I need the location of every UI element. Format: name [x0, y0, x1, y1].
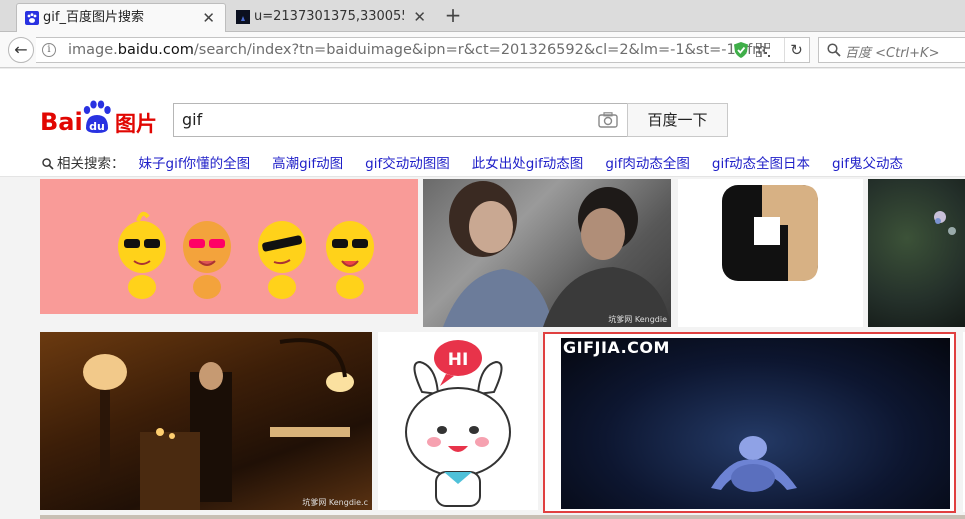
- logo-bai-text: Bai: [40, 108, 83, 136]
- paw-icon: [25, 11, 39, 25]
- tab-title: u=2137301375,330055...: [254, 9, 404, 24]
- related-link[interactable]: gif肉动态全图: [605, 156, 690, 172]
- browser-window: gif_百度图片搜索 ✕ u=2137301375,330055... ✕ + …: [0, 0, 965, 519]
- search-query: gif: [182, 110, 203, 129]
- info-icon[interactable]: i: [42, 43, 56, 57]
- tab-title: gif_百度图片搜索: [43, 10, 144, 25]
- speech-bubble-text: HI: [448, 350, 469, 370]
- search-icon: [42, 158, 54, 170]
- new-tab-button[interactable]: +: [442, 3, 464, 29]
- reload-button[interactable]: ↻: [784, 38, 808, 62]
- url-domain: baidu.com: [117, 42, 194, 58]
- result-image-app-icon[interactable]: [678, 179, 863, 327]
- shield-icon[interactable]: [734, 42, 748, 58]
- related-link[interactable]: 此女出处gif动态图: [472, 156, 584, 172]
- tab-baidu-image-search[interactable]: gif_百度图片搜索 ✕: [16, 3, 226, 32]
- related-link[interactable]: 妹子gif你懂的全图: [139, 156, 251, 172]
- logo-du-text: du: [89, 120, 105, 133]
- url-text[interactable]: image.baidu.com/search/index?tn=baiduima…: [68, 41, 766, 59]
- back-button[interactable]: ←: [8, 37, 34, 63]
- result-image-selected-dancer[interactable]: GIFJIA.COM: [543, 332, 956, 513]
- dancer-figure: [711, 436, 797, 492]
- address-bar[interactable]: i image.baidu.com/search/index?tn=baidui…: [36, 37, 810, 63]
- related-link[interactable]: gif交动动图图: [365, 156, 450, 172]
- magician-room-photo: [83, 338, 354, 510]
- watermark: 坑爹网 Kengdie: [608, 315, 667, 324]
- page-content: Bai du 图片 gif 百度一下 相关搜索： 妹子gif你懂的全图 高潮gi…: [0, 69, 965, 519]
- app-icon-graphic: [722, 185, 818, 281]
- bunny-cartoon-illustration: HI: [405, 340, 511, 507]
- couple-photo: [443, 181, 671, 327]
- camera-icon[interactable]: [598, 112, 618, 128]
- result-image-magician-room[interactable]: 坑爹网 Kengdie.c: [40, 332, 372, 510]
- baidu-image-logo[interactable]: Bai du 图片: [40, 100, 160, 138]
- browser-search-box[interactable]: 百度 <Ctrl+K>: [818, 37, 965, 63]
- url-path: /search/index?tn=baiduimage&ipn=r&ct=201…: [193, 42, 767, 58]
- search-icon: [827, 43, 841, 57]
- close-tab-icon[interactable]: ✕: [202, 4, 215, 32]
- qr-code-icon[interactable]: [756, 43, 770, 57]
- browser-search-placeholder: 百度 <Ctrl+K>: [845, 46, 940, 61]
- next-row-preview: [40, 515, 965, 519]
- search-header: Bai du 图片 gif 百度一下 相关搜索： 妹子gif你懂的全图 高潮gi…: [0, 69, 965, 177]
- url-prefix: image.: [68, 42, 118, 58]
- dark-scene-photo: [934, 211, 956, 235]
- search-button[interactable]: 百度一下: [627, 103, 728, 137]
- related-link[interactable]: gif动态全图日本: [712, 156, 810, 172]
- related-link[interactable]: gif鬼父动态: [832, 156, 903, 172]
- tab-image-result[interactable]: u=2137301375,330055... ✕: [228, 3, 436, 32]
- baidu-paw-logo: du: [83, 100, 111, 133]
- result-image-dark-scene[interactable]: [868, 179, 965, 327]
- result-image-couple[interactable]: 坑爹网 Kengdie: [423, 179, 671, 327]
- related-label: 相关搜索：: [57, 156, 125, 172]
- close-tab-icon[interactable]: ✕: [413, 3, 426, 31]
- result-image-cartoon-chicks[interactable]: [40, 179, 418, 314]
- image-thumb-icon: [236, 10, 250, 24]
- tab-strip: gif_百度图片搜索 ✕ u=2137301375,330055... ✕ +: [0, 0, 965, 32]
- related-link[interactable]: 高潮gif动图: [272, 156, 343, 172]
- watermark: 坑爹网 Kengdie.c: [302, 498, 368, 507]
- navigation-bar: ← i image.baidu.com/search/index?tn=baid…: [0, 32, 965, 68]
- related-searches: 相关搜索： 妹子gif你懂的全图 高潮gif动图 gif交动动图图 此女出处gif动态图…: [42, 154, 925, 174]
- result-image-bunny-cartoon[interactable]: HI: [378, 332, 538, 510]
- cartoon-chicks-illustration: [118, 211, 374, 299]
- logo-tupian-text: 图片: [115, 112, 157, 136]
- dancer-gif-preview: GIFJIA.COM: [561, 338, 950, 509]
- search-input[interactable]: gif: [173, 103, 629, 137]
